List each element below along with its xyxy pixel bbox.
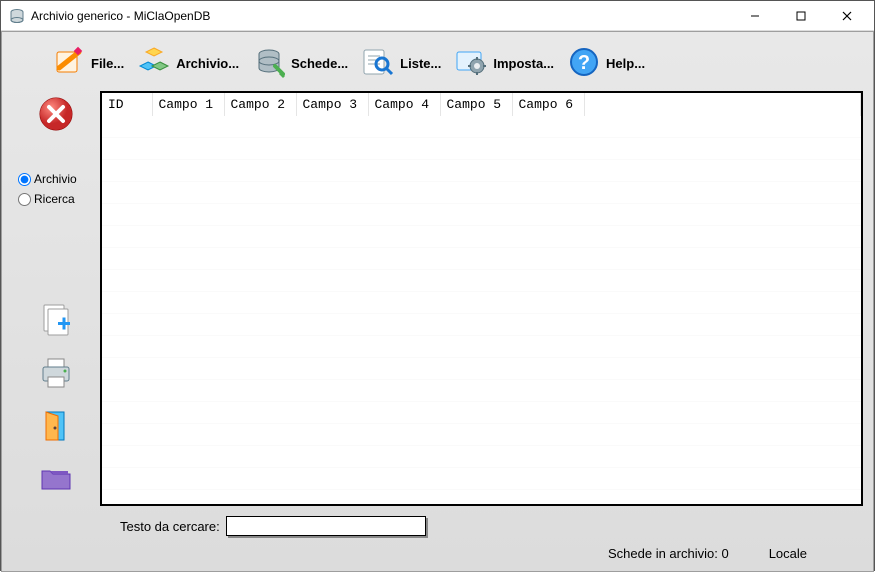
data-grid[interactable]: ID Campo 1 Campo 2 Campo 3 Campo 4 Campo… [100, 91, 863, 506]
window-title: Archivio generico - MiClaOpenDB [31, 9, 732, 23]
new-page-button[interactable] [38, 302, 74, 341]
toolbar-file-label: File... [91, 56, 124, 71]
close-red-button[interactable] [37, 95, 75, 136]
main-toolbar: File... Archivio... Schede... Liste... I… [8, 38, 867, 91]
database-icon [253, 46, 285, 81]
toolbar-liste[interactable]: Liste... [362, 46, 441, 81]
gear-icon [455, 46, 487, 81]
toolbar-schede[interactable]: Schede... [253, 46, 348, 81]
col-campo2[interactable]: Campo 2 [224, 93, 296, 116]
radio-archivio[interactable]: Archivio [18, 172, 77, 186]
toolbar-imposta-label: Imposta... [493, 56, 554, 71]
left-rail: Archivio Ricerca [12, 91, 100, 506]
svg-text:?: ? [578, 52, 590, 74]
col-campo3[interactable]: Campo 3 [296, 93, 368, 116]
status-count: Schede in archivio: 0 [608, 546, 729, 561]
search-bar: Testo da cercare: [8, 510, 867, 540]
col-campo5[interactable]: Campo 5 [440, 93, 512, 116]
minimize-button[interactable] [732, 1, 778, 31]
maximize-button[interactable] [778, 1, 824, 31]
toolbar-archivio-label: Archivio... [176, 56, 239, 71]
boxes-icon [138, 46, 170, 81]
col-campo6[interactable]: Campo 6 [512, 93, 584, 116]
app-icon [9, 8, 25, 24]
print-button[interactable] [38, 355, 74, 394]
search-label: Testo da cercare: [120, 519, 220, 534]
radio-ricerca[interactable]: Ricerca [18, 192, 77, 206]
file-icon [53, 46, 85, 81]
search-list-icon [362, 46, 394, 81]
status-bar: Schede in archivio: 0 Locale [8, 540, 867, 565]
radio-archivio-input[interactable] [18, 173, 31, 186]
radio-archivio-label: Archivio [34, 172, 77, 186]
folder-button[interactable] [38, 461, 74, 500]
radio-ricerca-input[interactable] [18, 193, 31, 206]
col-campo4[interactable]: Campo 4 [368, 93, 440, 116]
toolbar-schede-label: Schede... [291, 56, 348, 71]
toolbar-liste-label: Liste... [400, 56, 441, 71]
search-input[interactable] [226, 516, 426, 536]
col-id[interactable]: ID [102, 93, 152, 116]
toolbar-help-label: Help... [606, 56, 645, 71]
toolbar-file[interactable]: File... [53, 46, 124, 81]
toolbar-imposta[interactable]: Imposta... [455, 46, 554, 81]
titlebar: Archivio generico - MiClaOpenDB [1, 1, 874, 31]
close-button[interactable] [824, 1, 870, 31]
radio-ricerca-label: Ricerca [34, 192, 75, 206]
grid-body-empty[interactable] [102, 116, 861, 504]
exit-door-button[interactable] [38, 408, 74, 447]
grid-header-row: ID Campo 1 Campo 2 Campo 3 Campo 4 Campo… [102, 93, 861, 116]
col-campo1[interactable]: Campo 1 [152, 93, 224, 116]
status-mode: Locale [769, 546, 807, 561]
toolbar-archivio[interactable]: Archivio... [138, 46, 239, 81]
help-icon: ? [568, 46, 600, 81]
col-empty [584, 93, 861, 116]
toolbar-help[interactable]: ? Help... [568, 46, 645, 81]
